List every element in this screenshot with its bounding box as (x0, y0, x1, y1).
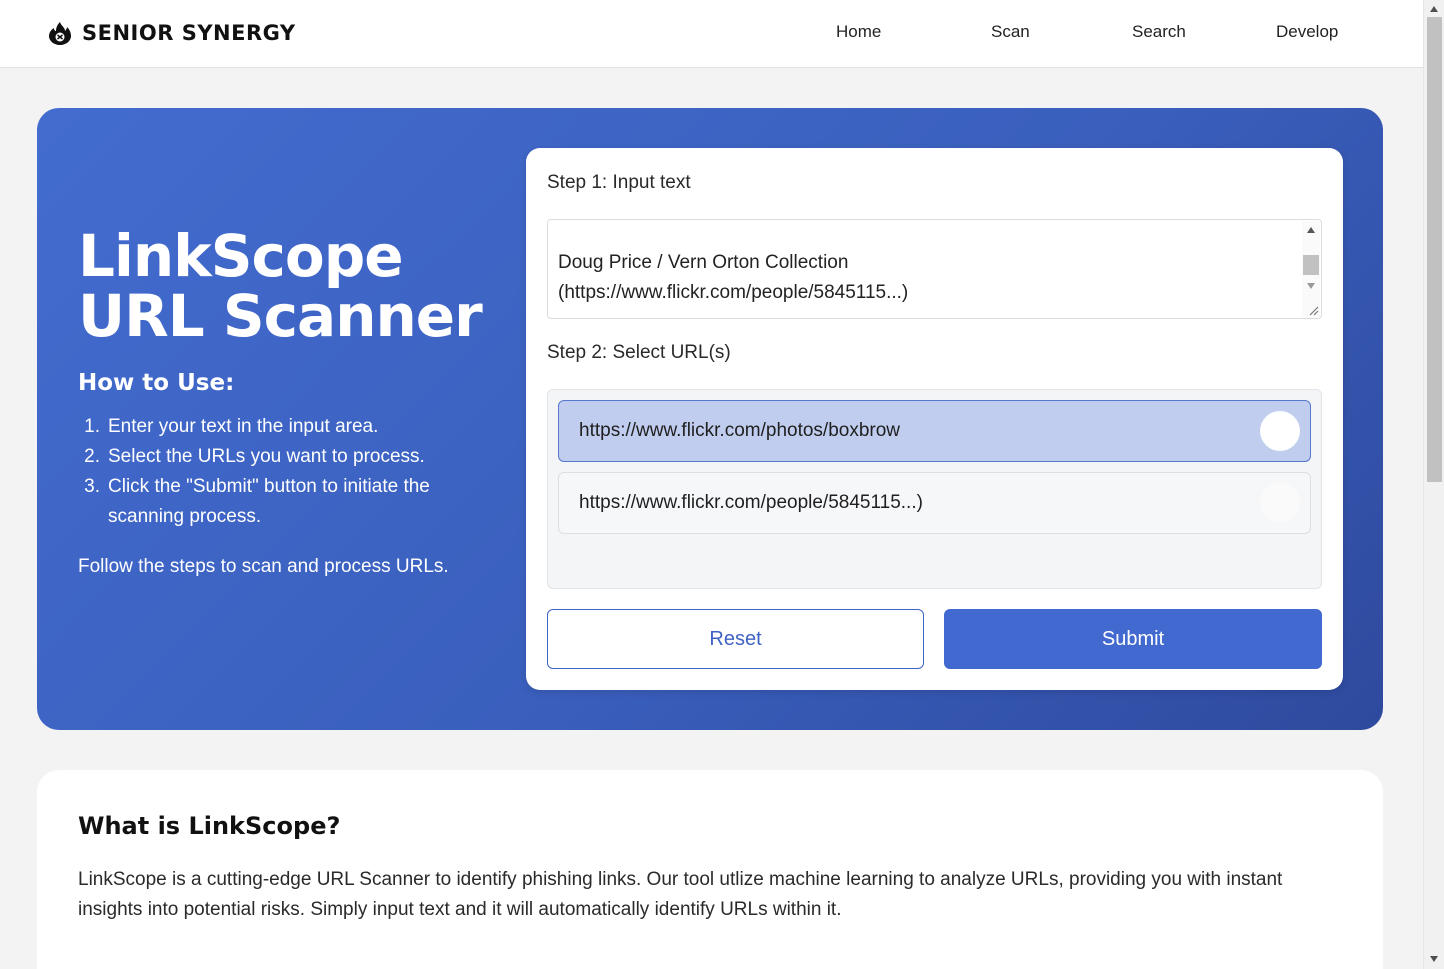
step-number: 3. (84, 476, 100, 497)
scan-form-card: Step 1: Input text Doug Price / Vern Ort… (526, 148, 1343, 690)
hero-title-line2: URL Scanner (78, 282, 483, 350)
scroll-up-arrow-icon[interactable] (1430, 6, 1438, 12)
about-heading: What is LinkScope? (78, 812, 341, 840)
about-section: What is LinkScope? LinkScope is a cuttin… (37, 770, 1383, 969)
top-navbar: SENIOR SYNERGY Home Scan Search Develop (0, 0, 1423, 68)
scroll-down-arrow-icon[interactable] (1430, 956, 1438, 962)
hero-title-line1: LinkScope (78, 222, 404, 290)
about-text: LinkScope is a cutting-edge URL Scanner … (78, 869, 1283, 920)
step2-label: Step 2: Select URL(s) (547, 342, 731, 363)
url-text: https://www.flickr.com/people/5845115...… (579, 492, 923, 513)
input-textarea[interactable]: Doug Price / Vern Orton Collection (http… (547, 219, 1322, 319)
flame-icon (49, 22, 71, 45)
page-scrollbar[interactable] (1423, 0, 1444, 969)
scrollbar-thumb[interactable] (1427, 17, 1442, 482)
nav-scan[interactable]: Scan (991, 22, 1030, 42)
url-option-selected[interactable]: https://www.flickr.com/photos/boxbrow (558, 400, 1311, 462)
url-option[interactable]: https://www.flickr.com/people/5845115...… (558, 472, 1311, 534)
step-number: 2. (84, 446, 100, 467)
reset-button[interactable]: Reset (547, 609, 924, 669)
url-text: https://www.flickr.com/photos/boxbrow (579, 420, 901, 441)
hero-section: LinkScope URL Scanner How to Use: 1. Ent… (37, 108, 1383, 730)
nav-develop[interactable]: Develop (1276, 22, 1338, 42)
submit-button[interactable]: Submit (944, 609, 1322, 669)
howto-steps: 1. Enter your text in the input area. 2.… (78, 412, 498, 532)
brand[interactable]: SENIOR SYNERGY (46, 17, 296, 49)
page: SENIOR SYNERGY Home Scan Search Develop … (0, 0, 1423, 969)
follow-text: Follow the steps to scan and process URL… (78, 556, 449, 577)
url-list: https://www.flickr.com/photos/boxbrow ht… (547, 389, 1322, 589)
textarea-line: (https://www.flickr.com/people/5845115..… (558, 282, 909, 303)
howto-heading: How to Use: (78, 370, 235, 396)
nav-search[interactable]: Search (1132, 22, 1186, 42)
radio-circle-icon[interactable] (1260, 411, 1300, 451)
step-text: Click the "Submit" button to initiate th… (108, 476, 430, 527)
scroll-down-arrow-icon[interactable] (1307, 283, 1315, 289)
step-text: Enter your text in the input area. (108, 416, 379, 437)
scroll-up-arrow-icon[interactable] (1307, 227, 1315, 233)
radio-circle-icon[interactable] (1260, 483, 1300, 523)
nav-home[interactable]: Home (836, 22, 881, 42)
howto-step: 3. Click the "Submit" button to initiate… (78, 472, 498, 532)
step1-label: Step 1: Input text (547, 172, 691, 193)
textarea-line: Doug Price / Vern Orton Collection (558, 252, 849, 273)
resize-handle-icon[interactable] (1306, 303, 1320, 317)
howto-step: 2. Select the URLs you want to process. (78, 442, 498, 472)
howto-step: 1. Enter your text in the input area. (78, 412, 498, 442)
hero-title: LinkScope URL Scanner (78, 226, 518, 346)
scrollbar-thumb[interactable] (1303, 255, 1319, 275)
brand-name: SENIOR SYNERGY (82, 21, 296, 45)
step-number: 1. (84, 416, 100, 437)
step-text: Select the URLs you want to process. (108, 446, 425, 467)
